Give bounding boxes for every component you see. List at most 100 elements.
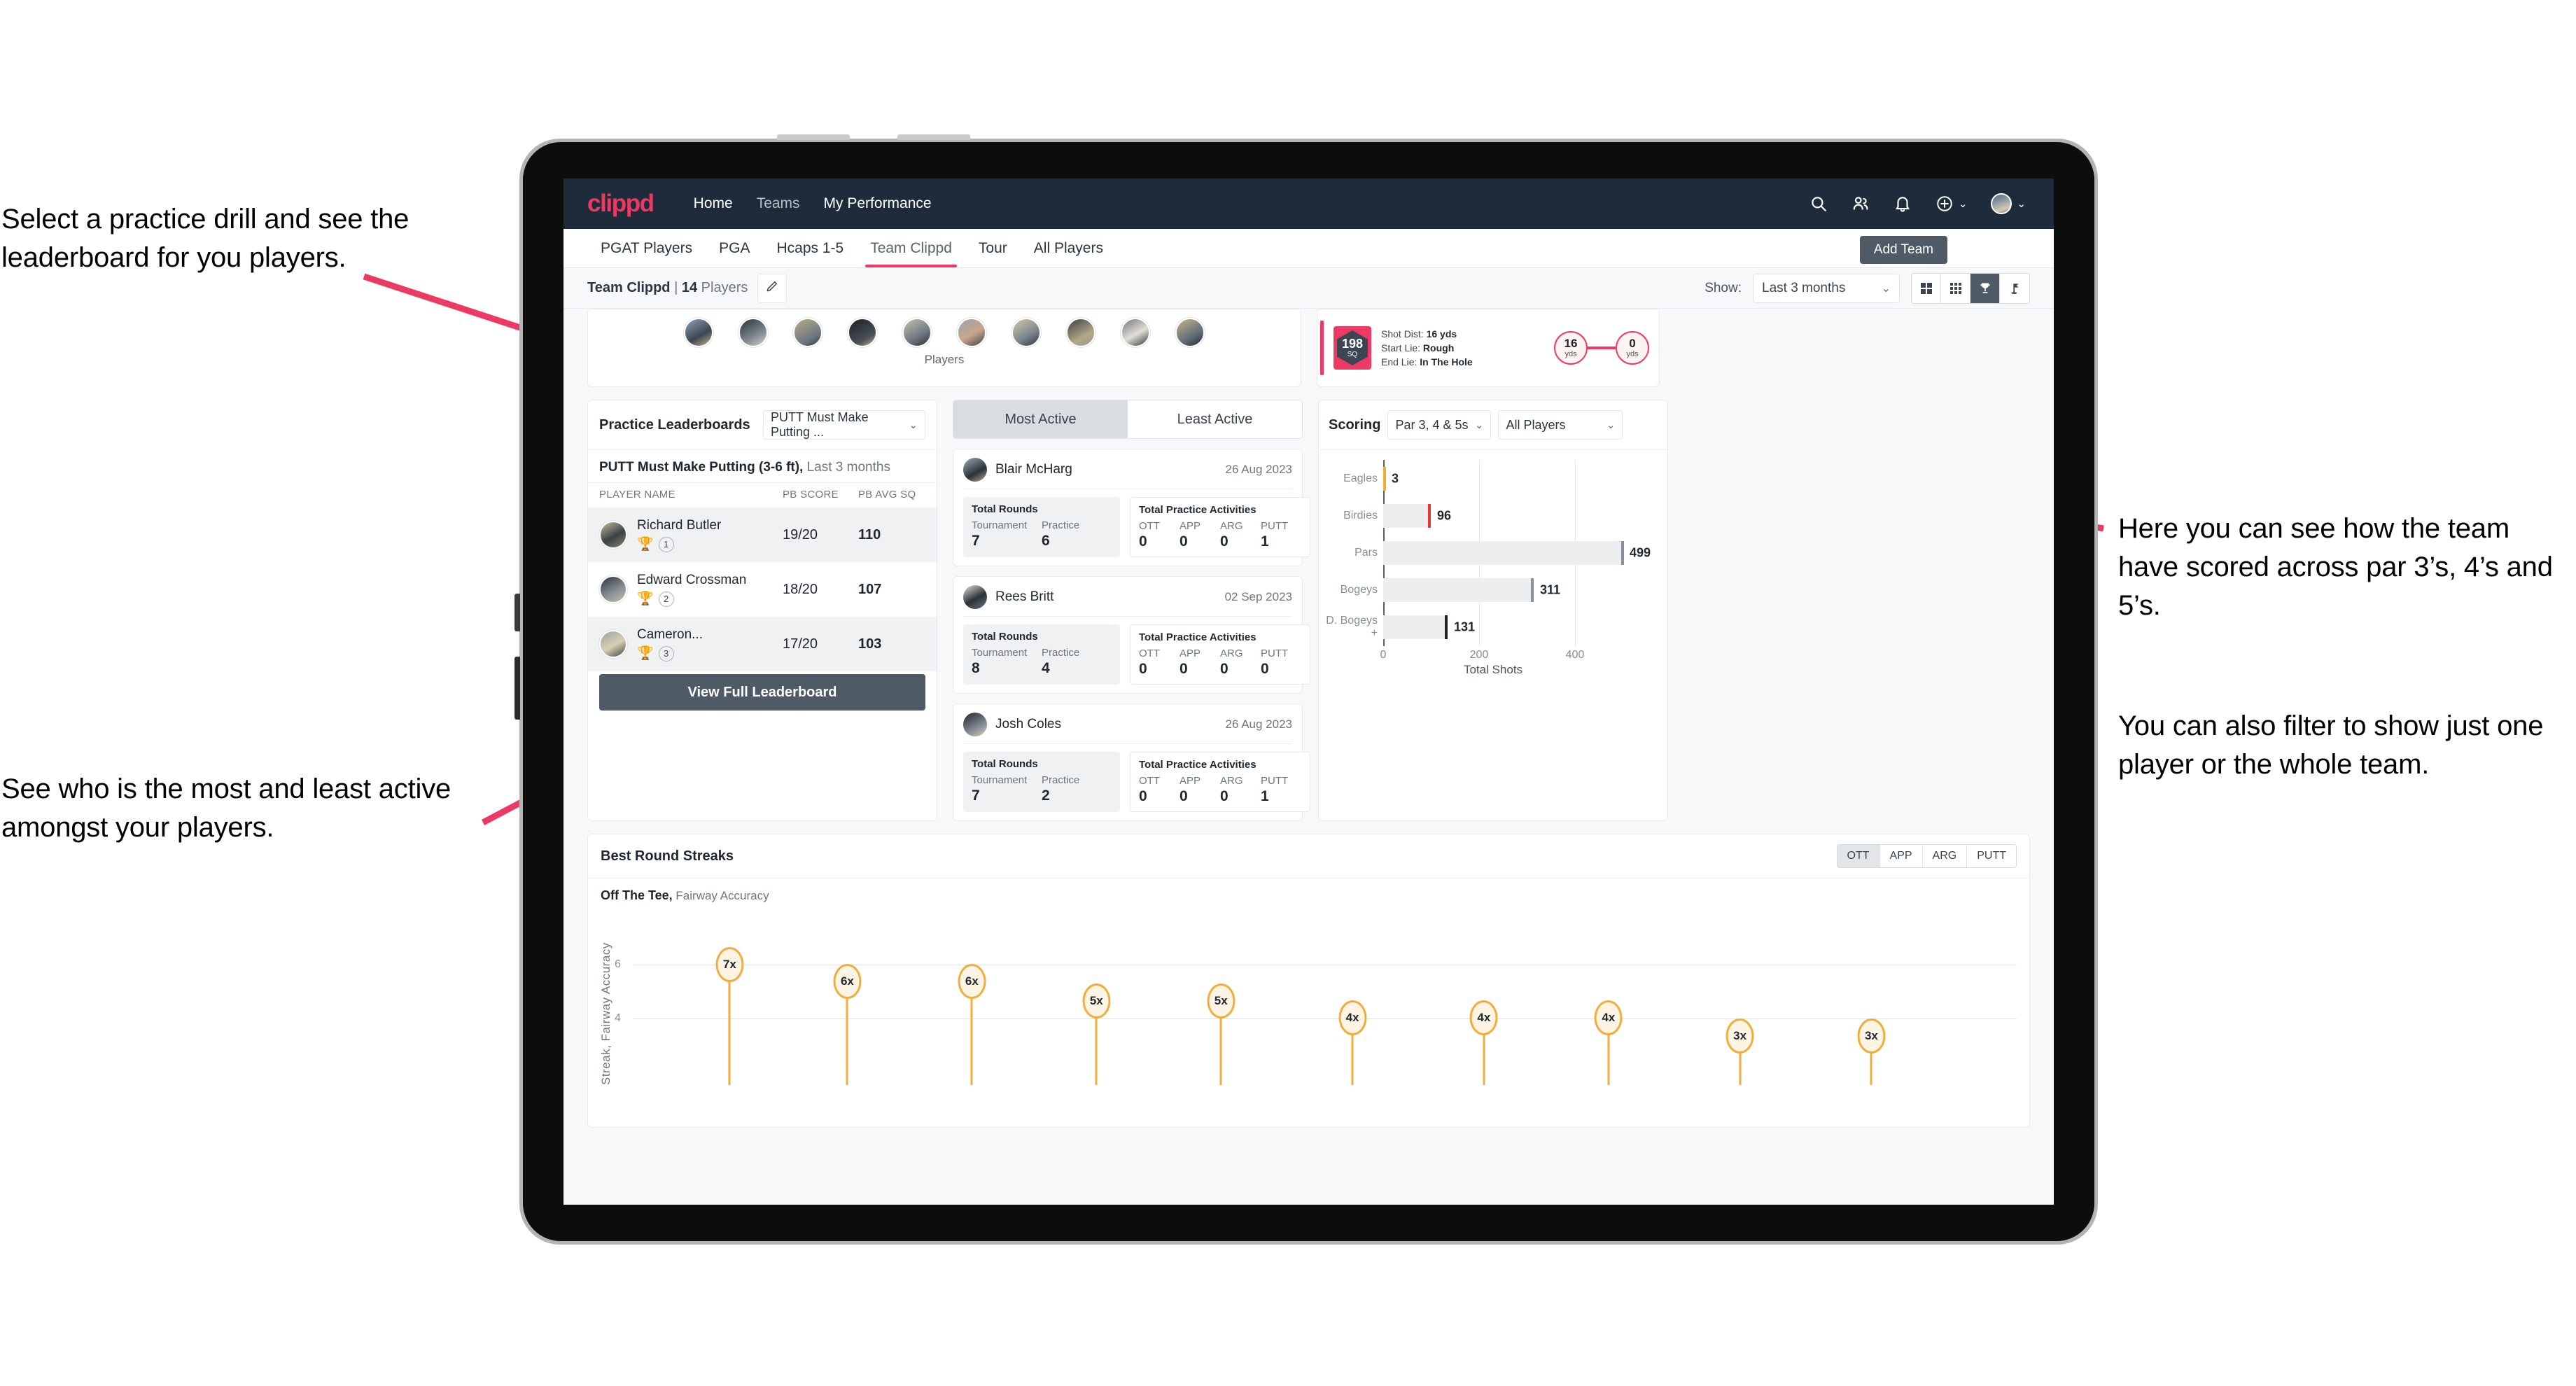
avatar[interactable]	[902, 318, 932, 347]
total-practice-activities-box: Total Practice Activities OTT APP ARG PUTT …	[1130, 497, 1310, 557]
avatar[interactable]	[1175, 318, 1205, 347]
tab-pgat-players[interactable]: PGAT Players	[587, 229, 706, 267]
bar-cap	[1621, 540, 1624, 565]
date-range-select[interactable]: Last 3 months ⌄	[1753, 273, 1900, 303]
streaks-subtitle-bold: Off The Tee,	[601, 888, 673, 902]
bar-label: D. Bogeys +	[1326, 615, 1378, 640]
team-separator: |	[674, 280, 678, 295]
total-practice-activities-box: Total Practice Activities OTT APP ARG PUTT …	[1130, 752, 1310, 812]
trophy-icon[interactable]	[1970, 273, 2000, 303]
tab-tour[interactable]: Tour	[965, 229, 1021, 267]
plus-circle-icon	[1935, 195, 1954, 213]
nav-link-my-performance[interactable]: My Performance	[812, 195, 944, 212]
streak-point[interactable]: 4x	[1469, 1000, 1498, 1085]
avatar[interactable]	[793, 318, 822, 347]
start-distance-marker: 16 yds	[1554, 331, 1588, 365]
streak-point[interactable]: 6x	[833, 964, 862, 1085]
edit-team-button[interactable]	[757, 273, 788, 303]
avatar[interactable]	[1011, 318, 1041, 347]
show-label: Show:	[1704, 280, 1742, 295]
streak-point[interactable]: 5x	[1082, 983, 1111, 1085]
player-filter-select[interactable]: All Players ⌄	[1498, 410, 1623, 440]
streak-point[interactable]: 3x	[1726, 1018, 1754, 1085]
player-badges: 🏆 3	[637, 645, 783, 662]
avatar	[599, 521, 627, 549]
streak-label: 7x	[715, 947, 744, 982]
bar-row-bogeys: Bogeys 311	[1326, 572, 1660, 609]
grid-large-icon[interactable]	[1912, 273, 1941, 303]
total-rounds-keys: Tournament Practice	[972, 519, 1080, 531]
bar-cap	[1428, 503, 1431, 528]
streak-point[interactable]: 3x	[1857, 1018, 1886, 1085]
scoring-title: Scoring	[1329, 416, 1381, 433]
tab-least-active[interactable]: Least Active	[1128, 400, 1302, 438]
team-tabs: PGAT Players PGA Hcaps 1-5 Team Clippd T…	[564, 229, 2054, 268]
player-filter-value: All Players	[1506, 417, 1566, 432]
avatar[interactable]	[848, 318, 877, 347]
shot-quality-unit: SQ	[1347, 351, 1358, 358]
nav-link-teams[interactable]: Teams	[745, 195, 812, 212]
bell-icon[interactable]	[1893, 195, 1912, 213]
side-button-secondary	[514, 657, 520, 720]
toggle-arg[interactable]: ARG	[1922, 845, 1968, 867]
table-row[interactable]: Edward Crossman 🏆 2 18/20 107	[588, 562, 937, 617]
add-menu-button[interactable]: ⌄	[1935, 195, 1968, 213]
rank-chip: 3	[658, 645, 674, 662]
bar-track: 499	[1383, 534, 1660, 571]
activity-card[interactable]: Josh Coles 26 Aug 2023 Total Rounds Tour…	[953, 704, 1310, 821]
avatar[interactable]	[957, 318, 986, 347]
tab-most-active[interactable]: Most Active	[953, 400, 1128, 438]
people-icon[interactable]	[1851, 195, 1870, 213]
streak-label: 6x	[958, 964, 986, 999]
profile-menu-button[interactable]: ⌄	[1991, 193, 2026, 214]
nav-link-home[interactable]: Home	[682, 195, 745, 212]
streak-point[interactable]: 7x	[715, 947, 744, 1085]
avatar[interactable]	[1066, 318, 1096, 347]
tab-pga[interactable]: PGA	[706, 229, 763, 267]
drill-select[interactable]: PUTT Must Make Putting ... ⌄	[763, 410, 925, 440]
streak-point[interactable]: 6x	[958, 964, 986, 1085]
shot-details: Shot Dist: 16 yds Start Lie: Rough End L…	[1381, 327, 1473, 370]
toggle-putt[interactable]: PUTT	[1967, 845, 2016, 867]
players-strip-card: Players	[587, 309, 1301, 387]
bar-value: 3	[1392, 471, 1399, 486]
bar-value: 499	[1630, 545, 1651, 560]
tablet-device-frame: clippd Home Teams My Performance ⌄ ⌄ PGA…	[514, 134, 2098, 1245]
annotation-filter-explainer: You can also filter to show just one pla…	[2118, 710, 2544, 780]
par-filter-value: Par 3, 4 & 5s	[1395, 417, 1469, 432]
activity-date: 26 Aug 2023	[1225, 463, 1292, 476]
tab-hcaps-1-5[interactable]: Hcaps 1-5	[763, 229, 857, 267]
activity-card[interactable]: Rees Britt 02 Sep 2023 Total Rounds Tour…	[953, 576, 1310, 694]
golf-flag-icon[interactable]	[2000, 273, 2029, 303]
par-filter-select[interactable]: Par 3, 4 & 5s ⌄	[1387, 410, 1492, 440]
top-navbar: clippd Home Teams My Performance ⌄ ⌄	[564, 178, 2054, 229]
clippd-logo[interactable]: clippd	[587, 190, 654, 218]
avatar[interactable]	[1121, 318, 1150, 347]
streaks-header: Best Round Streaks OTT APP ARG PUTT	[588, 834, 2029, 878]
streak-point[interactable]: 5x	[1207, 983, 1236, 1085]
table-row[interactable]: Richard Butler 🏆 1 19/20 110	[588, 507, 937, 562]
toggle-ott[interactable]: OTT	[1837, 845, 1880, 867]
toggle-app[interactable]: APP	[1879, 845, 1923, 867]
streak-point[interactable]: 4x	[1594, 1000, 1623, 1085]
activity-card[interactable]: Blair McHarg 26 Aug 2023 Total Rounds To…	[953, 449, 1310, 566]
player-badges: 🏆 1	[637, 536, 783, 552]
tab-team-clippd[interactable]: Team Clippd	[857, 229, 965, 267]
volume-button-down	[897, 134, 970, 140]
streaks-category-toggle: OTT APP ARG PUTT	[1836, 844, 2017, 868]
leaderboard-column-headers: PLAYER NAME PB SCORE PB AVG SQ	[588, 482, 937, 507]
streak-point[interactable]: 4x	[1338, 1000, 1367, 1085]
search-icon[interactable]	[1809, 195, 1828, 213]
tablet-bezel: clippd Home Teams My Performance ⌄ ⌄ PGA…	[523, 142, 2094, 1241]
avatar[interactable]	[684, 318, 713, 347]
view-full-leaderboard-button[interactable]: View Full Leaderboard	[599, 674, 925, 710]
add-team-button[interactable]: Add Team	[1859, 236, 1947, 264]
streak-label: 4x	[1594, 1000, 1623, 1035]
tab-all-players[interactable]: All Players	[1021, 229, 1116, 267]
avatar[interactable]	[738, 318, 768, 347]
table-row[interactable]: Cameron... 🏆 3 17/20 103	[588, 617, 937, 671]
players-caption: Players	[924, 353, 965, 366]
chevron-down-icon: ⌄	[1958, 197, 1968, 210]
grid-small-icon[interactable]	[1941, 273, 1970, 303]
drill-name: PUTT Must Make Putting (3-6 ft),	[599, 460, 804, 475]
